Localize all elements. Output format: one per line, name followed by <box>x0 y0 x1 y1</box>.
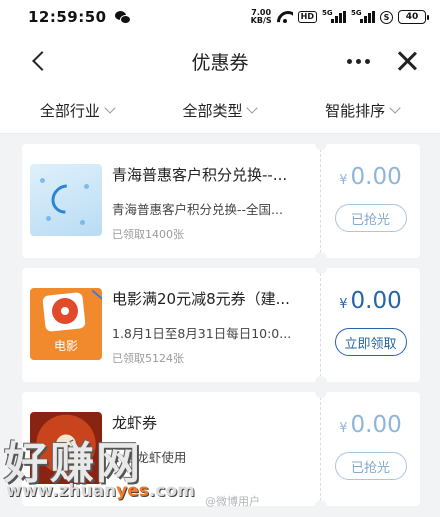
currency-symbol: ¥ <box>339 297 348 312</box>
filter-sort[interactable]: 智能排序 <box>325 100 400 121</box>
coupon-price: ¥ 0.00 <box>339 412 402 438</box>
price-value: 0.00 <box>350 164 402 190</box>
coupon-price: ¥ 0.00 <box>339 164 402 190</box>
filter-industry[interactable]: 全部行业 <box>40 100 115 121</box>
sold-out-button[interactable]: 已抢光 <box>334 452 407 480</box>
coupon-side: ¥ 0.00 已抢光 <box>315 391 420 507</box>
filter-sort-label: 智能排序 <box>325 102 386 120</box>
filter-industry-label: 全部行业 <box>39 102 100 120</box>
network-speed-unit: KB/S <box>250 16 272 25</box>
signal-2-label: 5G <box>351 9 362 17</box>
currency-symbol: ¥ <box>339 173 348 188</box>
coupon-title: 龙虾券 <box>112 414 158 432</box>
network-speed: 7.00 KB/S <box>251 9 272 25</box>
coupon-main: 电影 电影满20元减8元券（建... 1.8月1日至8月31日每日10:0...… <box>22 268 320 382</box>
filter-type-label: 全部类型 <box>182 102 243 120</box>
currency-symbol: ¥ <box>339 421 348 436</box>
nav-bar: 优惠券 <box>0 34 440 88</box>
sold-out-button[interactable]: 已抢光 <box>334 204 407 232</box>
coupon-claimed-count: 已领取1400张 <box>112 228 184 241</box>
close-icon[interactable] <box>396 50 418 72</box>
coupon-title: 电影满20元减8元券（建... <box>112 290 290 308</box>
status-right: 7.00 KB/S HD 5G 5G S 40 <box>251 9 429 25</box>
back-icon[interactable] <box>30 52 48 70</box>
coupon-info: 龙虾券 ...店龙虾使用 <box>112 412 310 506</box>
movie-thumbnail-caption: 电影 <box>53 339 78 353</box>
coupon-card[interactable]: 龙虾券 ...店龙虾使用 ¥ 0.00 已抢光 <box>22 391 420 507</box>
signal-1-label: 5G <box>322 9 333 17</box>
phone-service-thumbnail <box>30 164 102 236</box>
coupon-claimed-count: 已领取5124张 <box>112 352 184 365</box>
battery-icon: 40 <box>398 10 429 24</box>
coupon-main: 龙虾券 ...店龙虾使用 <box>22 392 320 506</box>
signal-1-icon: 5G <box>322 9 346 23</box>
nav-actions <box>347 50 418 72</box>
coupon-info: 电影满20元减8元券（建... 1.8月1日至8月31日每日10:0... 已领… <box>112 288 310 382</box>
coupon-card[interactable]: 电影 电影满20元减8元券（建... 1.8月1日至8月31日每日10:0...… <box>22 267 420 383</box>
coupon-description: 青海普惠客户积分兑换--全国... <box>112 202 283 217</box>
filter-bar: 全部行业 全部类型 智能排序 <box>0 88 440 134</box>
coupon-description: 1.8月1日至8月31日每日10:0... <box>112 326 292 341</box>
lobster-thumbnail <box>30 412 102 484</box>
coupon-side: ¥ 0.00 已抢光 <box>315 143 420 259</box>
coupon-info: 青海普惠客户积分兑换--... 青海普惠客户积分兑换--全国... 已领取140… <box>112 164 310 258</box>
phone-icon <box>45 178 87 220</box>
hd-icon: HD <box>297 11 317 23</box>
weibo-watermark: @微博用户 <box>205 495 260 508</box>
more-icon[interactable] <box>347 58 370 64</box>
s-app-icon: S <box>380 10 393 24</box>
signal-2-icon: 5G <box>351 9 375 23</box>
coupon-price: ¥ 0.00 <box>339 288 402 314</box>
corner-ribbon <box>91 289 102 305</box>
coupon-card[interactable]: 青海普惠客户积分兑换--... 青海普惠客户积分兑换--全国... 已领取140… <box>22 143 420 259</box>
claim-now-button[interactable]: 立即领取 <box>334 328 407 356</box>
coupon-main: 青海普惠客户积分兑换--... 青海普惠客户积分兑换--全国... 已领取140… <box>22 144 320 258</box>
status-time: 12:59:50 <box>28 8 107 26</box>
coupon-list: 青海普惠客户积分兑换--... 青海普惠客户积分兑换--全国... 已领取140… <box>0 134 440 507</box>
movie-thumbnail: 电影 <box>30 288 102 360</box>
status-left: 12:59:50 <box>28 8 131 26</box>
filter-type[interactable]: 全部类型 <box>182 100 257 121</box>
coupon-description: ...店龙虾使用 <box>112 450 187 465</box>
chevron-down-icon <box>248 104 257 113</box>
coupon-side: ¥ 0.00 立即领取 <box>315 267 420 383</box>
coupon-title: 青海普惠客户积分兑换--... <box>112 166 288 184</box>
wifi-icon <box>277 11 293 23</box>
chevron-down-icon <box>106 104 115 113</box>
chevron-down-icon <box>391 104 400 113</box>
film-reel-icon <box>52 298 78 324</box>
price-value: 0.00 <box>350 288 402 314</box>
status-bar: 12:59:50 7.00 KB/S HD 5G 5G S 40 <box>0 0 440 34</box>
wechat-notification-icon <box>114 10 131 24</box>
price-value: 0.00 <box>350 412 402 438</box>
